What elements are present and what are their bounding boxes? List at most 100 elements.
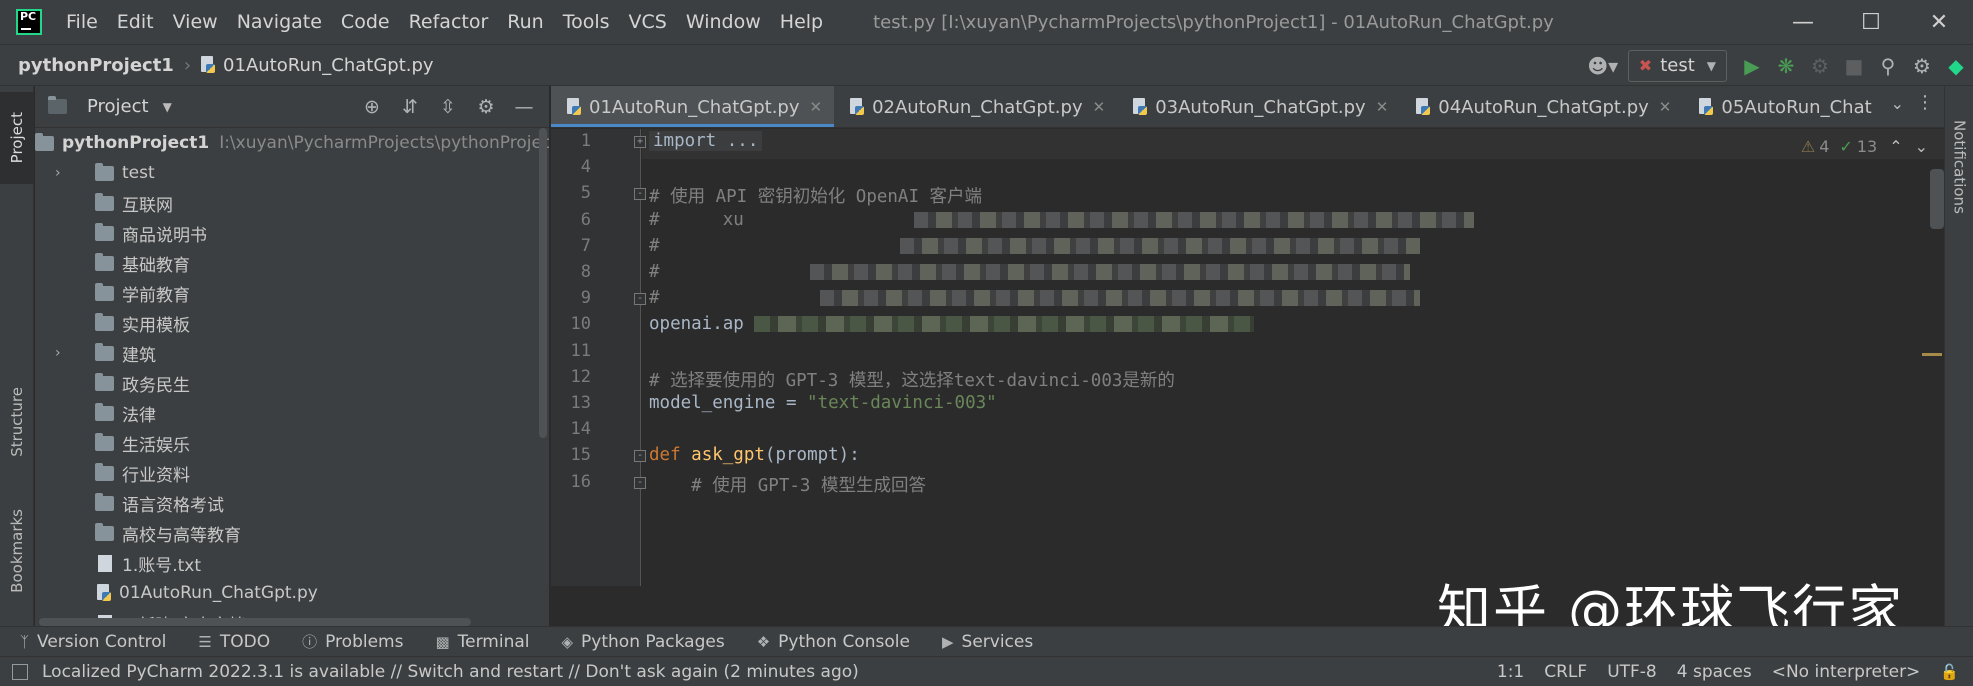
- editor-tab[interactable]: 05AutoRun_Chat: [1683, 86, 1883, 127]
- indent-setting[interactable]: 4 spaces: [1677, 662, 1752, 682]
- inspection-widget[interactable]: ⚠ 4 ✓ 13 ⌃ ⌄: [1801, 137, 1928, 156]
- chevron-down-icon[interactable]: ▼: [163, 100, 172, 114]
- menu-vcs[interactable]: VCS: [629, 11, 667, 33]
- tree-item[interactable]: 法律: [35, 398, 549, 428]
- editor-tab[interactable]: 03AutoRun_ChatGpt.py ✕: [1117, 86, 1400, 127]
- tree-item[interactable]: 生活娱乐: [35, 428, 549, 458]
- tree-item[interactable]: 政务民生: [35, 368, 549, 398]
- tree-horizontal-scrollbar[interactable]: [39, 618, 471, 626]
- close-icon[interactable]: ✕: [1905, 0, 1973, 44]
- minimize-icon[interactable]: —: [1769, 0, 1837, 44]
- tool-tab-bookmarks[interactable]: Bookmarks: [0, 486, 34, 616]
- tree-item[interactable]: 互联网: [35, 188, 549, 218]
- tree-item[interactable]: 语言资格考试: [35, 488, 549, 518]
- settings-gear-icon[interactable]: ⚙: [467, 90, 505, 124]
- hide-panel-icon[interactable]: —: [505, 90, 543, 124]
- tool-python-packages[interactable]: ◈ Python Packages: [562, 632, 725, 652]
- chevron-down-icon[interactable]: ⌄: [1915, 137, 1928, 156]
- menu-help[interactable]: Help: [780, 11, 823, 33]
- tree-root-project[interactable]: ⌄pythonProject1I:\xuyan\PycharmProjects\…: [35, 128, 549, 158]
- menu-edit[interactable]: Edit: [117, 11, 154, 33]
- file-encoding[interactable]: UTF-8: [1607, 662, 1657, 682]
- warning-stripe-marker[interactable]: [1922, 353, 1942, 356]
- chevron-down-icon[interactable]: ⌄: [1891, 94, 1904, 113]
- code-line[interactable]: # 使用 GPT-3 模型生成回答: [649, 472, 926, 497]
- jetbrains-toolbox-icon[interactable]: ◆: [1939, 49, 1973, 83]
- fold-toggle-icon[interactable]: -: [634, 476, 646, 489]
- fold-toggle-icon[interactable]: +: [634, 136, 646, 148]
- fold-toggle-icon[interactable]: -: [634, 293, 646, 306]
- menu-view[interactable]: View: [173, 11, 218, 33]
- tree-item[interactable]: 行业资料: [35, 458, 549, 488]
- coverage-icon[interactable]: ⚙: [1803, 49, 1837, 83]
- stop-icon[interactable]: ■: [1837, 49, 1871, 83]
- tree-item[interactable]: 01AutoRun_ChatGpt.py: [35, 578, 549, 608]
- line-separator[interactable]: CRLF: [1544, 662, 1587, 682]
- menu-file[interactable]: File: [66, 11, 98, 33]
- close-icon[interactable]: ✕: [1659, 98, 1672, 116]
- code-line[interactable]: #: [649, 236, 1420, 256]
- tree-item[interactable]: 实用模板: [35, 308, 549, 338]
- breadcrumb-project[interactable]: pythonProject1: [18, 55, 174, 76]
- caret-position[interactable]: 1:1: [1497, 662, 1524, 682]
- collapse-all-icon[interactable]: ⇳: [429, 90, 467, 124]
- tool-problems[interactable]: ⓘ Problems: [302, 631, 403, 652]
- status-message[interactable]: Localized PyCharm 2022.3.1 is available …: [42, 662, 859, 682]
- breadcrumb-file[interactable]: 01AutoRun_ChatGpt.py: [223, 55, 434, 76]
- code-line[interactable]: # 选择要使用的 GPT-3 模型，这选择text-davinci-003是新的: [649, 367, 1175, 392]
- chevron-up-icon[interactable]: ⌃: [1889, 137, 1902, 156]
- run-configuration-selector[interactable]: ✖ test ▼: [1627, 49, 1727, 82]
- code-line[interactable]: #: [649, 288, 1420, 308]
- tool-todo[interactable]: ☰ TODO: [198, 632, 270, 652]
- tree-item[interactable]: › 建筑: [35, 338, 549, 368]
- close-icon[interactable]: ✕: [1376, 98, 1389, 116]
- menu-tools[interactable]: Tools: [563, 11, 610, 33]
- status-toggle-icon[interactable]: [12, 663, 28, 680]
- menu-run[interactable]: Run: [507, 11, 543, 33]
- code-line[interactable]: # xu: [649, 210, 1474, 230]
- fold-toggle-icon[interactable]: -: [634, 450, 646, 463]
- tool-tab-notifications[interactable]: Notifications: [1945, 92, 1973, 242]
- code-line[interactable]: openai.ap: [649, 314, 1254, 334]
- tree-item[interactable]: 商品说明书: [35, 218, 549, 248]
- code-line[interactable]: model_engine = "text-davinci-003": [649, 393, 997, 413]
- code-line[interactable]: # 使用 API 密钥初始化 OpenAI 客户端: [649, 183, 982, 208]
- locate-file-icon[interactable]: ⊕: [353, 90, 391, 124]
- tree-item[interactable]: › test: [35, 158, 549, 188]
- menu-code[interactable]: Code: [341, 11, 390, 33]
- close-icon[interactable]: ✕: [1093, 98, 1106, 116]
- settings-gear-icon[interactable]: ⚙: [1905, 49, 1939, 83]
- editor-tab[interactable]: 04AutoRun_ChatGpt.py ✕: [1400, 86, 1683, 127]
- expand-all-icon[interactable]: ⇵: [391, 90, 429, 124]
- debug-icon[interactable]: ❋: [1769, 49, 1803, 83]
- menu-navigate[interactable]: Navigate: [237, 11, 322, 33]
- search-icon[interactable]: ⚲: [1871, 49, 1905, 83]
- lock-icon[interactable]: 🔓: [1940, 663, 1959, 681]
- run-icon[interactable]: ▶: [1735, 49, 1769, 83]
- chevron-right-icon[interactable]: ›: [55, 165, 69, 181]
- code-line[interactable]: def ask_gpt(prompt):: [649, 445, 860, 465]
- project-panel-title[interactable]: Project: [87, 96, 149, 117]
- menu-refactor[interactable]: Refactor: [409, 11, 489, 33]
- close-icon[interactable]: ✕: [810, 98, 823, 116]
- tool-tab-structure[interactable]: Structure: [0, 362, 34, 482]
- user-account-icon[interactable]: ☻▾: [1586, 49, 1620, 83]
- editor-tab[interactable]: 01AutoRun_ChatGpt.py ✕: [551, 86, 835, 127]
- tool-tab-project[interactable]: Project: [0, 92, 34, 184]
- tree-item[interactable]: 1.账号.txt: [35, 548, 549, 578]
- chevron-right-icon[interactable]: ›: [55, 345, 69, 361]
- code-line[interactable]: #: [649, 262, 1410, 282]
- tool-terminal[interactable]: ▩ Terminal: [435, 632, 529, 652]
- tree-scrollbar[interactable]: [537, 128, 549, 528]
- tool-services[interactable]: ▶ Services: [942, 632, 1033, 652]
- interpreter-selector[interactable]: <No interpreter>: [1772, 662, 1921, 682]
- editor-scrollbar[interactable]: [1930, 169, 1944, 229]
- fold-toggle-icon[interactable]: -: [634, 188, 646, 201]
- tree-item[interactable]: 学前教育: [35, 278, 549, 308]
- code-line[interactable]: import ...: [649, 131, 763, 151]
- editor-tab[interactable]: 02AutoRun_ChatGpt.py ✕: [834, 86, 1117, 127]
- tree-item[interactable]: 高校与高等教育: [35, 518, 549, 548]
- tree-item[interactable]: 基础教育: [35, 248, 549, 278]
- menu-window[interactable]: Window: [686, 11, 761, 33]
- tool-python-console[interactable]: ❖ Python Console: [757, 632, 910, 652]
